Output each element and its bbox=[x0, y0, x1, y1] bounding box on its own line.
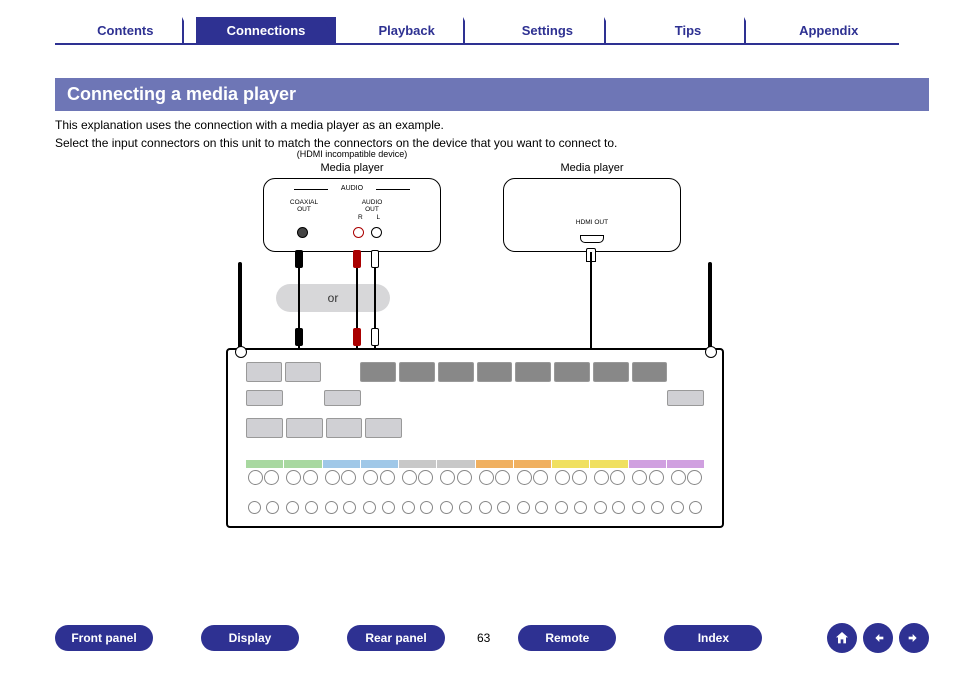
bottom-nav: Front panel Display Rear panel 63 Remote… bbox=[55, 623, 929, 653]
intro-line1: This explanation uses the connection wit… bbox=[55, 116, 899, 134]
audio-l-jack-icon bbox=[371, 227, 382, 238]
coax-plug-top-icon bbox=[295, 250, 303, 268]
tab-connections[interactable]: Connections bbox=[196, 17, 337, 43]
display-button[interactable]: Display bbox=[201, 625, 299, 651]
tab-settings[interactable]: Settings bbox=[477, 17, 618, 43]
connection-diagram: (HDMI incompatible device) Media player … bbox=[0, 156, 954, 566]
intro-text: This explanation uses the connection wit… bbox=[55, 116, 899, 152]
audio-out-label: AUDIO OUT bbox=[354, 199, 390, 213]
receiver-row-hdmi bbox=[246, 362, 704, 382]
coaxial-jack-icon bbox=[297, 227, 308, 238]
coax-plug-bot-icon bbox=[295, 328, 303, 346]
prev-page-button[interactable] bbox=[863, 623, 893, 653]
front-panel-button[interactable]: Front panel bbox=[55, 625, 153, 651]
rl-label: R L bbox=[354, 214, 390, 221]
rear-panel-button[interactable]: Rear panel bbox=[347, 625, 445, 651]
next-page-button[interactable] bbox=[899, 623, 929, 653]
intro-line2: Select the input connectors on this unit… bbox=[55, 134, 899, 152]
audio-header: AUDIO bbox=[294, 185, 410, 192]
tab-playback[interactable]: Playback bbox=[336, 17, 477, 43]
receiver-row-analog bbox=[246, 418, 704, 438]
home-button[interactable] bbox=[827, 623, 857, 653]
or-label: or bbox=[276, 284, 390, 312]
hdmi-port-icon bbox=[580, 235, 604, 243]
remote-button[interactable]: Remote bbox=[518, 625, 616, 651]
audio-r-plug-bot-icon bbox=[353, 328, 361, 346]
media-player-box-hdmi: Media player HDMI OUT bbox=[503, 178, 681, 252]
antenna-right-icon bbox=[708, 262, 712, 352]
coaxial-out-label: COAXIAL OUT bbox=[286, 199, 322, 213]
tab-tips[interactable]: Tips bbox=[618, 17, 759, 43]
hdmi-out-label: HDMI OUT bbox=[574, 219, 610, 226]
tab-appendix[interactable]: Appendix bbox=[758, 17, 899, 43]
audio-r-jack-icon bbox=[353, 227, 364, 238]
speaker-color-strip bbox=[246, 460, 704, 468]
media-player-label-left: Media player bbox=[264, 162, 440, 174]
audio-l-plug-top-icon bbox=[371, 250, 379, 268]
page-number: 63 bbox=[477, 631, 490, 645]
home-icon bbox=[834, 630, 850, 646]
hdmi-incompatible-label: (HDMI incompatible device) bbox=[264, 149, 440, 159]
index-button[interactable]: Index bbox=[664, 625, 762, 651]
receiver-row-mid bbox=[246, 390, 704, 406]
media-player-box-analog: (HDMI incompatible device) Media player … bbox=[263, 178, 441, 252]
tab-contents[interactable]: Contents bbox=[55, 17, 196, 43]
arrow-right-icon bbox=[906, 630, 922, 646]
media-player-label-right: Media player bbox=[504, 162, 680, 174]
top-tabs: Contents Connections Playback Settings T… bbox=[55, 17, 899, 45]
hdmi-cable-icon bbox=[590, 252, 592, 360]
antenna-left-icon bbox=[238, 262, 242, 352]
audio-r-plug-top-icon bbox=[353, 250, 361, 268]
receiver-speaker-terminals bbox=[246, 470, 704, 514]
arrow-left-icon bbox=[870, 630, 886, 646]
receiver-rear-panel bbox=[226, 348, 724, 528]
page-title: Connecting a media player bbox=[55, 78, 929, 111]
audio-l-plug-bot-icon bbox=[371, 328, 379, 346]
